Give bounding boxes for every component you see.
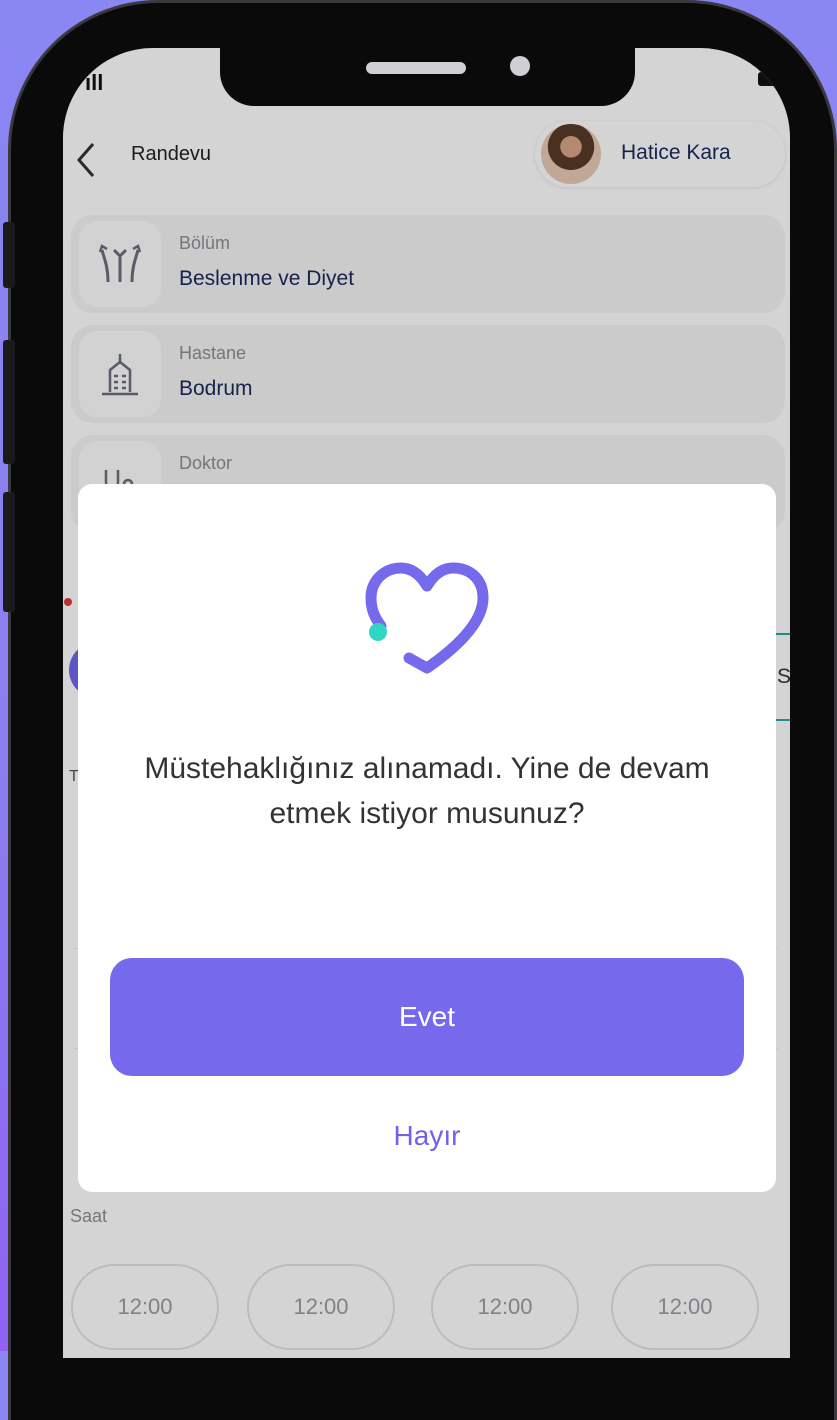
cancel-button[interactable]: Hayır (327, 1106, 527, 1166)
volume-up-button (3, 222, 15, 288)
volume-down-button (3, 340, 15, 464)
dialog-message: Müstehaklığınız alınamadı. Yine de devam… (144, 752, 710, 830)
phone-screen: ıll Randevu Hatice Kara Bölüm Beslenme v… (63, 48, 790, 1358)
confirmation-dialog: Müstehaklığınız alınamadı. Yine de devam… (78, 484, 776, 1192)
speaker (366, 62, 466, 74)
power-button (3, 492, 15, 612)
heart-icon (361, 562, 493, 679)
notch (220, 40, 635, 106)
camera (510, 56, 530, 76)
confirm-button[interactable]: Evet (110, 958, 744, 1076)
